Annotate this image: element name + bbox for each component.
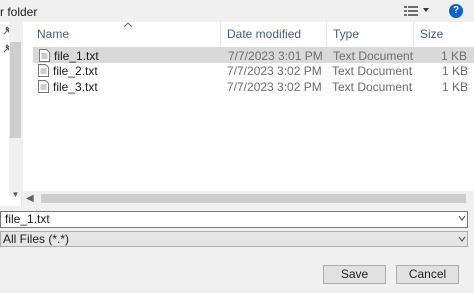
file-list: Name Date modified Type Size file_1.txt … — [23, 22, 474, 206]
file-size: 1 KB — [441, 80, 468, 94]
file-name: file_2.txt — [53, 64, 98, 78]
file-name-input[interactable]: file_1.txt — [0, 211, 468, 228]
chevron-down-icon[interactable] — [422, 5, 430, 15]
file-date-modified: 7/7/2023 3:01 PM — [228, 49, 323, 63]
file-date-modified: 7/7/2023 3:02 PM — [227, 64, 322, 78]
file-size: 1 KB — [441, 64, 468, 78]
horizontal-scrollbar[interactable]: ◀ — [23, 191, 474, 206]
column-header-size[interactable]: Size — [413, 22, 474, 46]
text-file-icon — [38, 80, 49, 93]
chevron-down-icon[interactable] — [458, 214, 466, 222]
column-header-name[interactable]: Name — [30, 22, 220, 46]
file-name: file_1.txt — [54, 49, 99, 63]
file-type-select[interactable]: All Files (*.*) — [0, 231, 468, 247]
column-header-type[interactable]: Type — [326, 22, 413, 46]
file-type: Text Document — [332, 80, 413, 94]
file-type: Text Document — [332, 64, 413, 78]
file-size: 1 KB — [440, 49, 467, 63]
save-button[interactable]: Save — [323, 265, 386, 284]
file-row[interactable]: file_1.txt 7/7/2023 3:01 PM Text Documen… — [33, 47, 474, 63]
file-row[interactable]: file_2.txt 7/7/2023 3:02 PM Text Documen… — [33, 63, 474, 79]
navigation-scrollbar-thumb[interactable] — [10, 42, 21, 138]
file-row[interactable]: file_3.txt 7/7/2023 3:02 PM Text Documen… — [33, 79, 474, 95]
cancel-button[interactable]: Cancel — [396, 265, 459, 284]
view-options-icon[interactable] — [404, 5, 418, 17]
scroll-down-arrow-icon[interactable]: ▼ — [9, 189, 22, 201]
file-type: Text Document — [333, 49, 414, 63]
file-date-modified: 7/7/2023 3:02 PM — [227, 80, 322, 94]
chevron-down-icon[interactable] — [458, 235, 466, 243]
new-folder-button[interactable]: r folder — [0, 5, 37, 19]
scroll-left-arrow-icon[interactable]: ◀ — [26, 193, 34, 204]
help-icon[interactable]: ? — [449, 4, 463, 18]
toolbar: r folder ? — [0, 0, 474, 22]
text-file-icon — [38, 64, 49, 77]
file-name: file_3.txt — [53, 80, 98, 94]
column-header-date-modified[interactable]: Date modified — [220, 22, 325, 46]
horizontal-scrollbar-thumb[interactable] — [41, 194, 466, 203]
text-file-icon — [39, 49, 50, 62]
